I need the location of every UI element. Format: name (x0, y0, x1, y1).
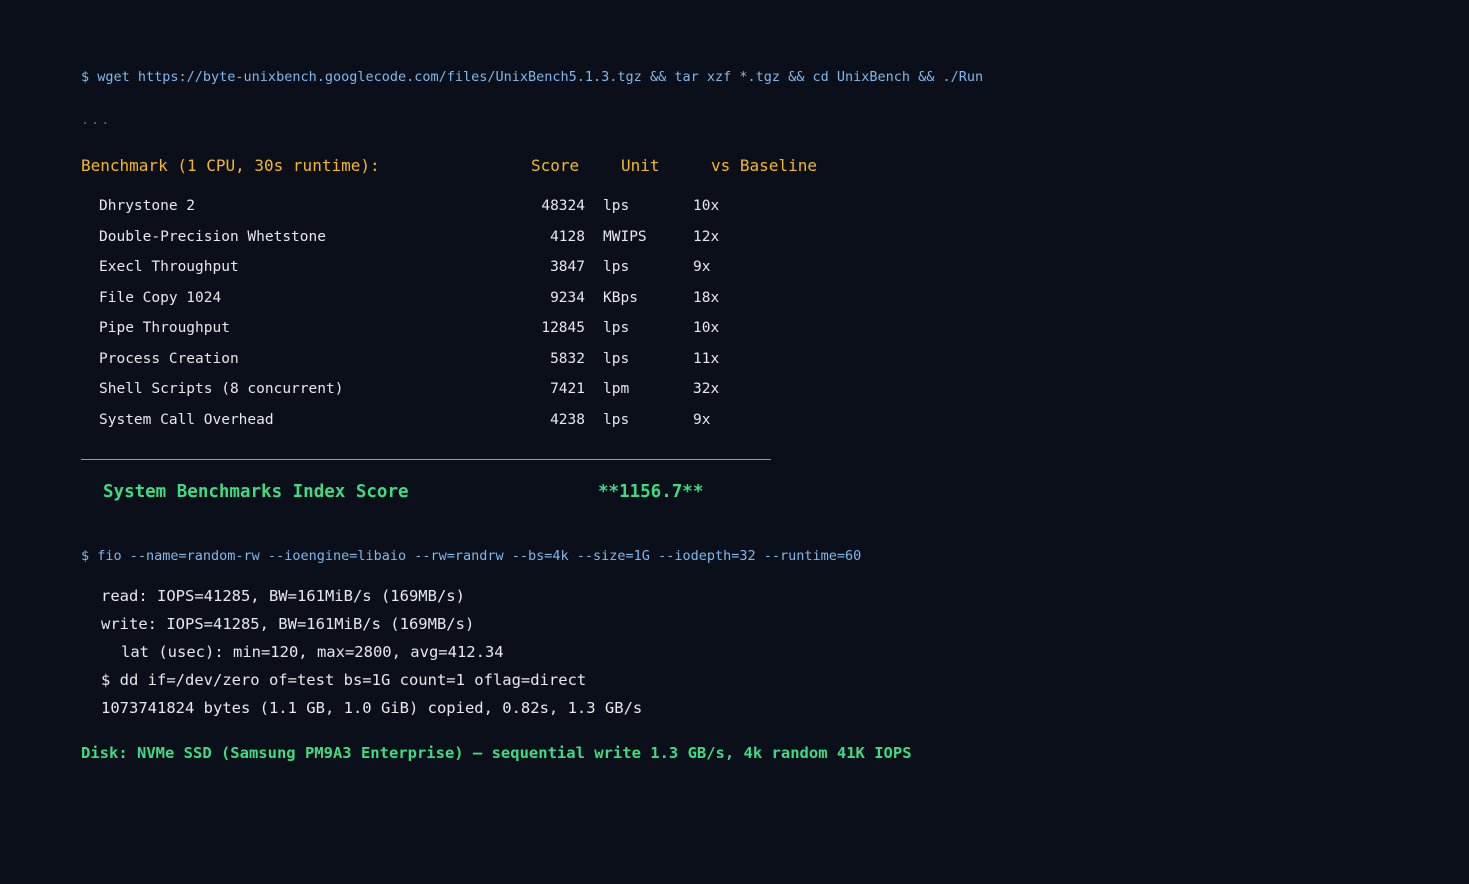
dd-command-line: $ dd if=/dev/zero of=test bs=1G count=1 … (101, 671, 587, 689)
unixbench-command-line: $ wget https://byte-unixbench.googlecode… (81, 69, 984, 85)
benchmark-unit: lps (603, 351, 630, 367)
benchmark-title: Benchmark (1 CPU, 30s runtime): (81, 156, 380, 175)
benchmark-ratio: 9x (693, 412, 711, 428)
fio-write-line: write: IOPS=41285, BW=161MiB/s (169MB/s) (101, 615, 475, 633)
fio-read-line: read: IOPS=41285, BW=161MiB/s (169MB/s) (101, 587, 465, 605)
benchmark-name: System Call Overhead (99, 412, 274, 428)
separator-line (81, 459, 771, 460)
benchmark-name: File Copy 1024 (99, 290, 222, 306)
table-row: File Copy 1024 9234 KBps 18x (0, 290, 900, 314)
benchmark-name: Dhrystone 2 (99, 198, 196, 214)
baseline-column-header: vs Baseline (711, 156, 817, 175)
benchmark-score: 5832 (550, 351, 585, 367)
benchmark-unit: lps (603, 412, 630, 428)
benchmark-score: 48324 (541, 198, 585, 214)
benchmark-score: 4238 (550, 412, 585, 428)
benchmark-ratio: 32x (693, 381, 720, 397)
benchmark-ratio: 10x (693, 320, 720, 336)
benchmark-name: Double-Precision Whetstone (99, 229, 326, 245)
benchmark-name: Execl Throughput (99, 259, 239, 275)
benchmark-score: 7421 (550, 381, 585, 397)
benchmark-unit: lps (603, 320, 630, 336)
benchmark-unit: lpm (603, 381, 630, 397)
score-column-header: Score (531, 156, 580, 175)
table-row: Pipe Throughput 12845 lps 10x (0, 320, 900, 344)
fio-latency-line: lat (usec): min=120, max=2800, avg=412.3… (121, 643, 504, 661)
benchmark-ratio: 11x (693, 351, 720, 367)
benchmark-score: 12845 (541, 320, 585, 336)
table-row: System Call Overhead 4238 lps 9x (0, 412, 900, 436)
benchmark-score: 3847 (550, 259, 585, 275)
table-row: Shell Scripts (8 concurrent) 7421 lpm 32… (0, 381, 900, 405)
index-score-value: **1156.7** (598, 482, 704, 502)
benchmark-ratio: 9x (693, 259, 711, 275)
benchmark-ratio: 18x (693, 290, 720, 306)
table-row: Execl Throughput 3847 lps 9x (0, 259, 900, 283)
benchmark-name: Shell Scripts (8 concurrent) (99, 381, 344, 397)
table-row: Process Creation 5832 lps 11x (0, 351, 900, 375)
table-row: Dhrystone 2 48324 lps 10x (0, 198, 900, 222)
benchmark-name: Process Creation (99, 351, 239, 367)
index-score-label: System Benchmarks Index Score (103, 482, 409, 502)
output-ellipsis: ... (81, 112, 112, 128)
disk-summary: Disk: NVMe SSD (Samsung PM9A3 Enterprise… (81, 744, 912, 762)
table-row: Double-Precision Whetstone 4128 MWIPS 12… (0, 229, 900, 253)
terminal-window[interactable]: $ wget https://byte-unixbench.googlecode… (0, 0, 1469, 884)
benchmark-ratio: 12x (693, 229, 720, 245)
benchmark-unit: KBps (603, 290, 638, 306)
benchmark-unit: MWIPS (603, 229, 647, 245)
benchmark-unit: lps (603, 259, 630, 275)
unit-column-header: Unit (621, 156, 660, 175)
benchmark-score: 9234 (550, 290, 585, 306)
benchmark-unit: lps (603, 198, 630, 214)
benchmark-ratio: 10x (693, 198, 720, 214)
benchmark-name: Pipe Throughput (99, 320, 230, 336)
dd-result-line: 1073741824 bytes (1.1 GB, 1.0 GiB) copie… (101, 699, 643, 717)
fio-command-line: $ fio --name=random-rw --ioengine=libaio… (81, 548, 862, 564)
benchmark-score: 4128 (550, 229, 585, 245)
